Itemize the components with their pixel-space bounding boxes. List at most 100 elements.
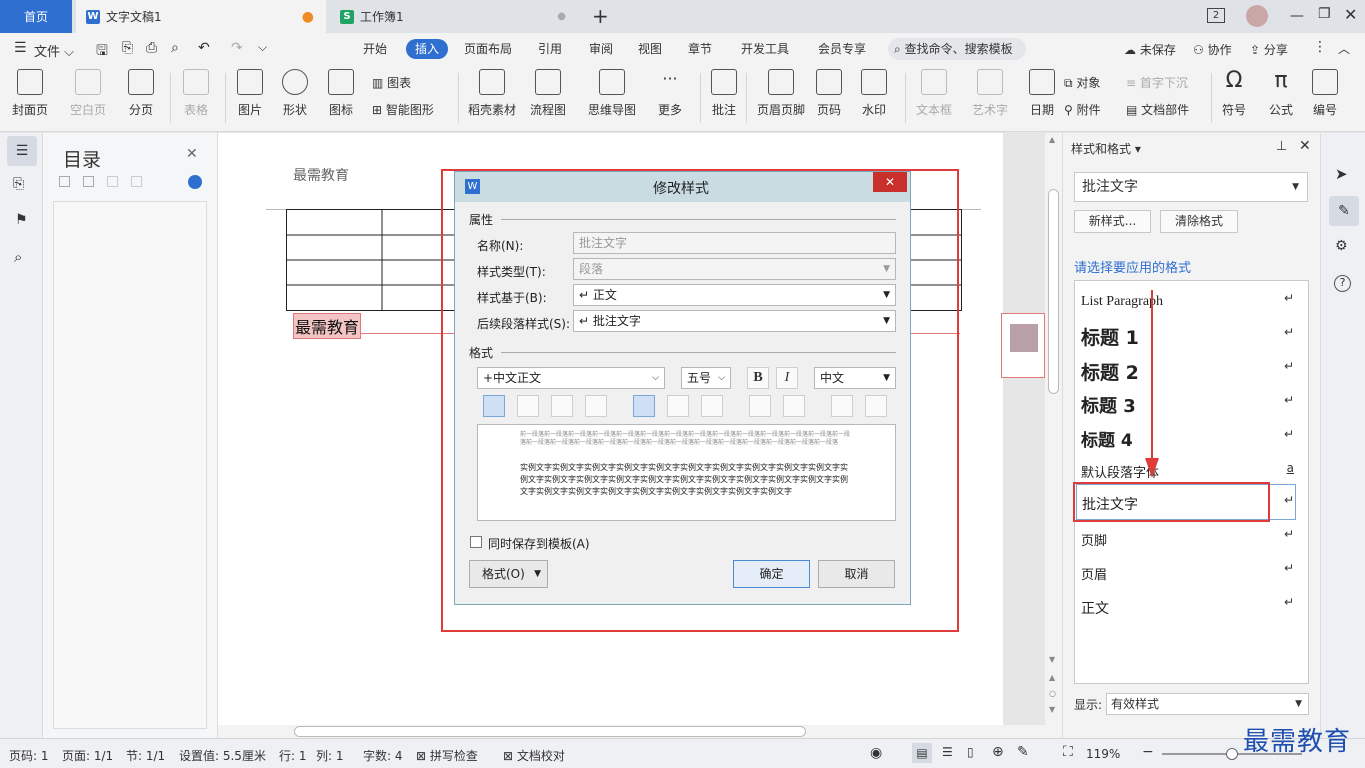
- dropcap-button[interactable]: ≡ 首字下沉: [1126, 74, 1188, 91]
- collab-button[interactable]: ⚇ 协作: [1193, 41, 1232, 58]
- redo-icon[interactable]: ↷: [231, 40, 243, 56]
- close-window-icon[interactable]: ✕: [1344, 5, 1357, 24]
- page-break-button[interactable]: 分页: [128, 69, 154, 118]
- more-options-icon[interactable]: ⋮: [1313, 39, 1327, 55]
- tab-spreadsheet[interactable]: S 工作簿1 ●: [330, 0, 578, 33]
- current-style-select[interactable]: 批注文字 ▼: [1074, 172, 1308, 202]
- vertical-scrollbar[interactable]: ▲ ▼ ▲ ○ ▼: [1045, 133, 1062, 725]
- help-icon[interactable]: ?: [1334, 275, 1351, 292]
- hscroll-thumb[interactable]: [294, 726, 806, 737]
- share-button[interactable]: ⇪ 分享: [1250, 41, 1288, 58]
- hamburger-icon[interactable]: ☰: [14, 40, 27, 56]
- icon-button[interactable]: 图标: [328, 69, 354, 118]
- style-item-heading1[interactable]: 标题 1: [1081, 323, 1139, 350]
- comment-button[interactable]: 批注: [711, 69, 737, 118]
- style-tool-icon[interactable]: ✎: [1329, 196, 1359, 226]
- properties-tool-icon[interactable]: ⚙: [1335, 238, 1348, 254]
- smartart-button[interactable]: ⊞ 智能图形: [372, 101, 434, 118]
- collapse-ribbon-icon[interactable]: ︿: [1338, 40, 1350, 57]
- menu-tab-chapter[interactable]: 章节: [682, 39, 718, 59]
- toc-close-icon[interactable]: ✕: [186, 146, 198, 162]
- style-item-heading2[interactable]: 标题 2: [1081, 358, 1139, 385]
- zoom-level[interactable]: 119%: [1086, 747, 1120, 761]
- cover-page-button[interactable]: 封面页: [12, 69, 48, 118]
- save-icon[interactable]: 🖫: [96, 40, 108, 64]
- zoom-slider-thumb[interactable]: [1226, 748, 1238, 760]
- doc-proof-toggle[interactable]: ⊠ 文档校对: [503, 747, 565, 764]
- window-count-badge[interactable]: 2: [1207, 8, 1225, 23]
- restore-icon[interactable]: ❐: [1318, 6, 1331, 22]
- pin-icon[interactable]: ⊥: [1276, 139, 1287, 154]
- show-filter-select[interactable]: 有效样式 ▼: [1106, 693, 1309, 715]
- tab-home[interactable]: 首页: [0, 0, 72, 33]
- preview-icon[interactable]: ⌕: [171, 40, 179, 56]
- zoom-out-icon[interactable]: −: [1142, 744, 1154, 760]
- style-item-footer[interactable]: 页脚: [1081, 530, 1107, 549]
- fit-page-icon[interactable]: ⛶: [1063, 744, 1073, 760]
- toc-nav-icon[interactable]: ☰: [7, 136, 37, 166]
- write-mode-icon[interactable]: ✎: [1017, 744, 1029, 760]
- commented-text[interactable]: 最需教育: [293, 313, 362, 339]
- styles-panel-title[interactable]: 样式和格式 ▾: [1071, 140, 1141, 157]
- object-button[interactable]: ⧉ 对象: [1064, 74, 1100, 91]
- mindmap-button[interactable]: 思维导图: [588, 69, 636, 118]
- menu-tab-member[interactable]: 会员专享: [812, 39, 872, 59]
- read-view-icon[interactable]: ▯: [967, 745, 974, 759]
- tab-close-dot-icon[interactable]: ●: [557, 11, 566, 22]
- new-style-button[interactable]: 新样式...: [1074, 210, 1151, 233]
- comment-balloon[interactable]: [1001, 313, 1045, 378]
- horizontal-scrollbar[interactable]: [218, 725, 1062, 738]
- watermark-button[interactable]: 水印: [861, 69, 887, 118]
- scroll-up-icon[interactable]: ▲: [1049, 135, 1055, 144]
- spell-check-toggle[interactable]: ⊠ 拼写检查: [416, 747, 478, 764]
- outline-view-icon[interactable]: ☰: [942, 745, 953, 759]
- panel-close-icon[interactable]: ✕: [1299, 138, 1311, 154]
- scroll-down-icon[interactable]: ▼: [1049, 655, 1055, 664]
- bookmark-nav-icon[interactable]: ⚑: [15, 212, 28, 228]
- style-item-heading3[interactable]: 标题 3: [1081, 392, 1136, 418]
- toc-collapse-icon[interactable]: [83, 176, 94, 187]
- image-button[interactable]: 图片: [237, 69, 263, 118]
- new-tab-button[interactable]: +: [592, 4, 609, 28]
- web-view-icon[interactable]: ⊕: [992, 744, 1004, 760]
- status-words[interactable]: 字数: 4: [363, 747, 403, 764]
- numbering-button[interactable]: 编号: [1312, 69, 1338, 118]
- menu-tab-view[interactable]: 视图: [632, 39, 668, 59]
- browse-icon[interactable]: ○: [1049, 689, 1056, 698]
- flowchart-button[interactable]: 流程图: [530, 69, 566, 118]
- symbol-button[interactable]: Ω 符号: [1221, 69, 1247, 118]
- attachment-button[interactable]: ⚲ 附件: [1064, 101, 1101, 118]
- status-setting[interactable]: 设置值: 5.5厘米: [179, 747, 266, 764]
- search-nav-icon[interactable]: ⌕: [14, 248, 22, 266]
- command-search[interactable]: ⌕ 查找命令、搜索模板: [888, 38, 1026, 60]
- docpart-button[interactable]: ▤ 文档部件: [1126, 101, 1189, 118]
- style-item-heading4[interactable]: 标题 4: [1081, 426, 1133, 451]
- material-button[interactable]: 稻壳素材: [468, 69, 516, 118]
- user-avatar[interactable]: [1246, 5, 1268, 27]
- header-footer-button[interactable]: 页眉页脚: [757, 69, 805, 118]
- outline-nav-icon[interactable]: ⎘: [13, 176, 24, 192]
- select-tool-icon[interactable]: ➤: [1335, 165, 1348, 183]
- toc-expand-icon[interactable]: [59, 176, 70, 187]
- page-view-icon[interactable]: ▤: [912, 743, 932, 763]
- chart-button[interactable]: ▥ 图表: [372, 74, 411, 91]
- export-icon[interactable]: ⎘: [122, 40, 133, 56]
- shape-button[interactable]: 形状: [282, 69, 308, 118]
- menu-tab-review[interactable]: 审阅: [583, 39, 619, 59]
- print-icon[interactable]: ⎙: [146, 40, 157, 56]
- menu-tab-layout[interactable]: 页面布局: [458, 39, 518, 59]
- tab-document[interactable]: W 文字文稿1 ●: [76, 0, 326, 33]
- toc-add-icon[interactable]: [107, 176, 118, 187]
- formula-button[interactable]: π 公式: [1268, 69, 1294, 118]
- minimize-icon[interactable]: —: [1290, 8, 1304, 24]
- page-number-button[interactable]: 页码: [816, 69, 842, 118]
- table-button[interactable]: 表格: [183, 69, 209, 118]
- menu-tab-reference[interactable]: 引用: [532, 39, 568, 59]
- file-menu[interactable]: 文件 ⌵: [34, 41, 74, 60]
- menu-tab-insert[interactable]: 插入: [406, 39, 449, 59]
- textbox-button[interactable]: 文本框: [916, 69, 952, 118]
- style-item-header[interactable]: 页眉: [1081, 564, 1107, 583]
- unsaved-status[interactable]: ☁ 未保存: [1124, 41, 1176, 58]
- toc-smart-icon[interactable]: [188, 175, 202, 189]
- eye-protect-icon[interactable]: ◉: [870, 745, 882, 761]
